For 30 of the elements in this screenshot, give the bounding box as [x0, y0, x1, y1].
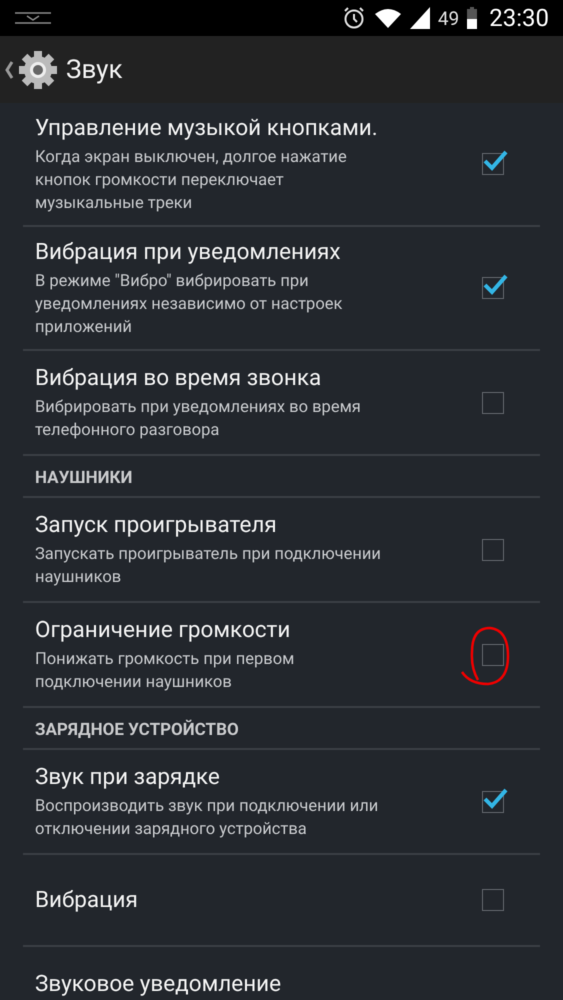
setting-title: Звук при зарядке	[35, 763, 221, 792]
clock: 23:30	[489, 4, 549, 32]
setting-title: Ограничение громкости	[35, 616, 292, 645]
wifi-icon	[374, 7, 402, 29]
checkbox[interactable]	[482, 392, 504, 414]
setting-title: Вибрация во время звонка	[35, 364, 322, 393]
section-header: ЗАРЯДНОЕ УСТРОЙСТВО	[23, 708, 540, 750]
battery-icon	[467, 7, 478, 29]
setting-title: Вибрация	[35, 886, 139, 915]
setting-title: Управление музыкой кнопками.	[35, 114, 379, 143]
alarm-icon	[342, 6, 366, 30]
setting-title: Звуковое уведомление	[35, 970, 282, 999]
setting-summary: Запускать проигрыватель при подключении наушников	[35, 544, 382, 589]
section-header: НАУШНИКИ	[23, 456, 540, 498]
checkbox[interactable]	[482, 644, 504, 666]
setting-summary: Воспроизводить звук при подключении или отключении зарядного устройства	[35, 796, 380, 841]
checkbox[interactable]	[482, 538, 504, 560]
screen-title: Звук	[66, 54, 123, 84]
checkbox[interactable]	[482, 889, 504, 911]
setting-summary: Когда экран выключен, долгое нажатие кнопок громкости переключает музыкальные треки	[35, 147, 348, 215]
back-icon[interactable]	[4, 60, 14, 78]
notification-drawer-icon[interactable]	[14, 10, 52, 26]
setting-title: Вибрация при уведомлениях	[35, 238, 342, 267]
setting-title: Запуск проигрывателя	[35, 511, 278, 540]
setting-summary: Вибрировать при уведомлениях во время телефонного разговора	[35, 397, 362, 442]
setting-summary: В режиме "Вибро" вибрировать при уведомлениях независимо от настроек приложений	[35, 271, 344, 339]
setting-summary: Понижать громкость при первом подключении наушников	[35, 649, 296, 694]
gear-icon	[18, 50, 58, 90]
battery-percent: 49	[438, 6, 460, 30]
signal-icon	[410, 7, 430, 29]
